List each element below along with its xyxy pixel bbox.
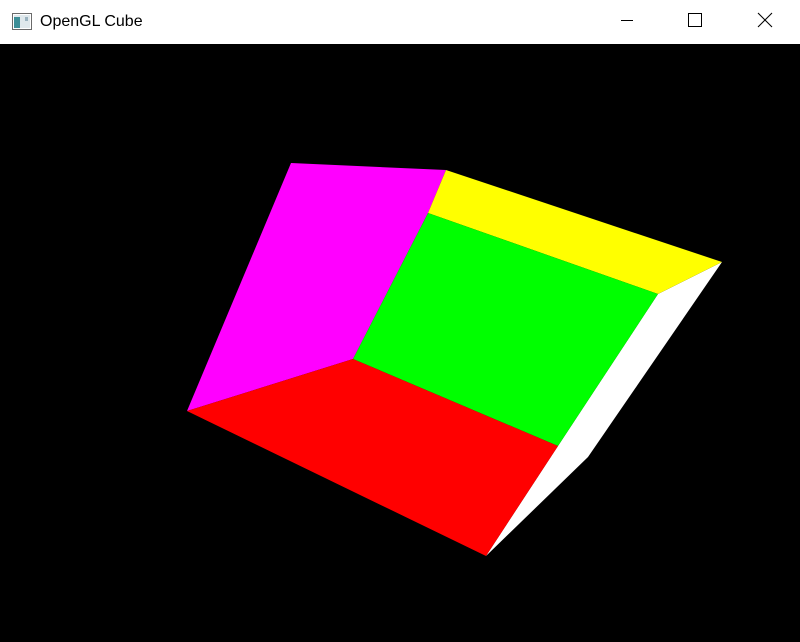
maximize-icon <box>687 12 703 33</box>
application-window: OpenGL Cube <box>0 0 800 642</box>
window-title: OpenGL Cube <box>40 13 143 30</box>
cube-render <box>0 44 800 642</box>
window-app-icon <box>12 13 32 30</box>
opengl-viewport[interactable] <box>0 44 800 642</box>
minimize-button[interactable] <box>592 0 662 44</box>
title-bar[interactable]: OpenGL Cube <box>0 0 800 44</box>
maximize-button[interactable] <box>660 0 730 44</box>
close-button[interactable] <box>730 0 800 44</box>
close-icon <box>757 12 773 33</box>
minimize-icon <box>619 12 635 33</box>
